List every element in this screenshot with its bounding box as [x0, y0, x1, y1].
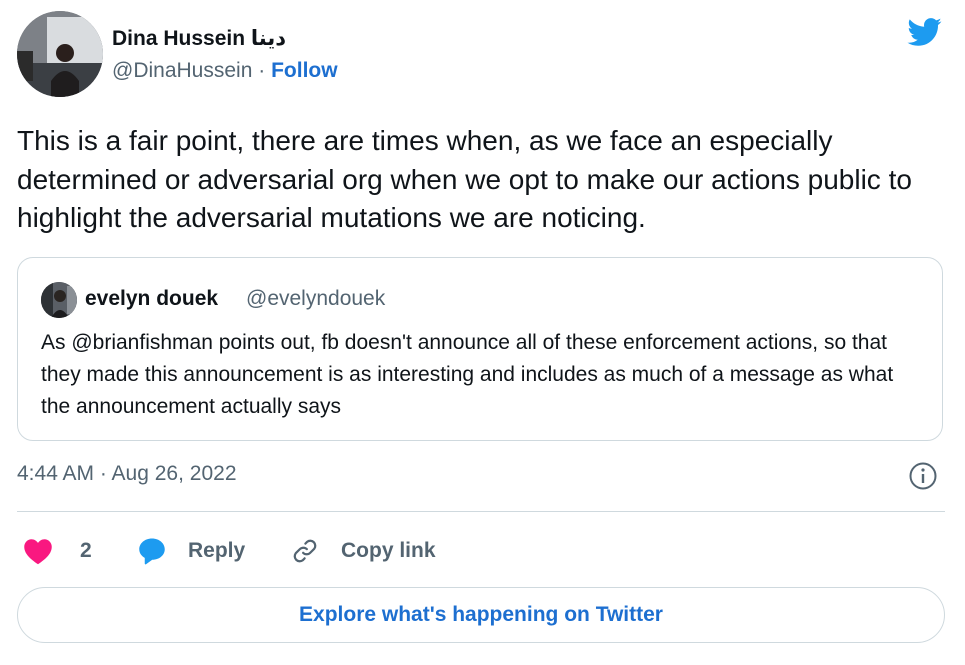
- quoted-author-avatar: [41, 282, 77, 318]
- heart-icon: [24, 539, 52, 565]
- separator: ·: [258, 59, 266, 82]
- like-count: 2: [80, 539, 92, 562]
- author-handle[interactable]: @DinaHussein: [112, 59, 252, 82]
- action-bar: 2 Reply Copy link: [17, 530, 945, 572]
- copy-link-button[interactable]: Copy link: [290, 530, 436, 572]
- quoted-tweet[interactable]: evelyn douek @evelyndouek As @brianfishm…: [17, 257, 943, 441]
- quoted-tweet-text: As @brianfishman points out, fb doesn't …: [41, 331, 894, 418]
- like-button[interactable]: 2: [23, 530, 92, 572]
- follow-button[interactable]: Follow: [271, 59, 338, 82]
- quoted-author-name: evelyn douek: [85, 287, 219, 310]
- author-handle-line: @DinaHussein · Follow: [112, 59, 338, 83]
- copy-link-label: Copy link: [341, 539, 436, 562]
- reply-label: Reply: [188, 539, 246, 562]
- reply-button[interactable]: Reply: [137, 530, 245, 572]
- quoted-author-handle: @evelyndouek: [246, 287, 386, 310]
- author-avatar[interactable]: [17, 11, 103, 97]
- twitter-bird-icon[interactable]: [902, 14, 946, 50]
- tweet-text: This is a fair point, there are times wh…: [17, 125, 912, 233]
- explore-twitter-button[interactable]: Explore what's happening on Twitter: [17, 587, 945, 643]
- divider: [17, 511, 945, 512]
- reply-bubble-icon: [139, 538, 165, 565]
- info-icon[interactable]: [908, 461, 938, 491]
- tweet-timestamp[interactable]: 4:44 AM · Aug 26, 2022: [17, 462, 237, 486]
- link-icon: [293, 539, 317, 563]
- author-name[interactable]: Dina Hussein دينا: [112, 26, 286, 51]
